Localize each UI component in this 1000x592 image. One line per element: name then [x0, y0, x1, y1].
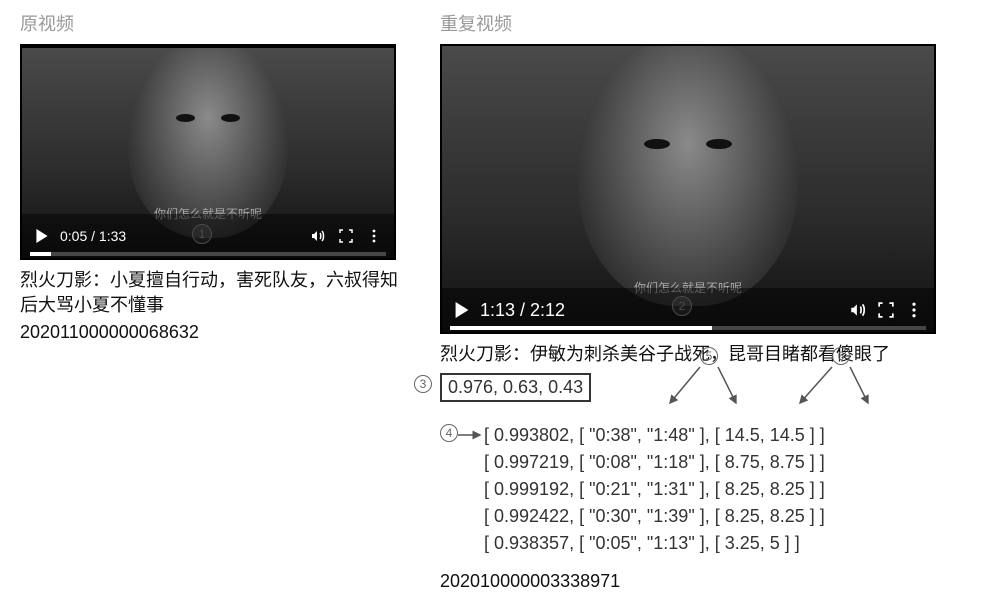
original-video-id: 202011000000068632 [20, 322, 400, 343]
volume-icon[interactable] [848, 300, 868, 320]
duplicate-video-title: 烈火刀影：伊敏为刺杀美谷子战死，昆哥目睹都看傻眼了 [440, 342, 940, 367]
progress-fill [30, 252, 51, 256]
progress-bar[interactable] [30, 252, 386, 256]
original-section-label: 原视频 [20, 10, 400, 36]
video-controls: 0:05 / 1:33 [22, 214, 394, 258]
metrics-row: [ 0.993802, [ "0:38", "1:48" ], [ 14.5, … [484, 422, 940, 449]
metrics-row: [ 0.999192, [ "0:21", "1:31" ], [ 8.25, … [484, 476, 940, 503]
duplicate-video-player[interactable]: 你们怎么就是不听呢 2 1:13 / 2:12 [440, 44, 936, 334]
play-icon[interactable] [452, 300, 472, 320]
metrics-row: [ 0.992422, [ "0:30", "1:39" ], [ 8.25, … [484, 503, 940, 530]
annotation-arrow-4 [458, 428, 484, 442]
original-video-title: 烈火刀影：小夏擅自行动，害死队友，六叔得知后大骂小夏不懂事 [20, 268, 400, 318]
metrics-row: [ 0.938357, [ "0:05", "1:13" ], [ 3.25, … [484, 530, 940, 557]
annotation-marker-6: 6 [832, 347, 850, 365]
volume-icon[interactable] [308, 226, 328, 246]
timecode: 0:05 / 1:33 [60, 228, 126, 244]
metrics-block: 4 [ 0.993802, [ "0:38", "1:48" ], [ 14.5… [440, 422, 940, 557]
fullscreen-icon[interactable] [336, 226, 356, 246]
duplicate-section-label: 重复视频 [440, 10, 940, 36]
similarity-scores: 0.976, 0.63, 0.43 [440, 373, 591, 402]
annotation-marker-5: 5 [700, 347, 718, 365]
annotation-marker-4: 4 [440, 424, 458, 442]
more-icon[interactable] [364, 226, 384, 246]
original-video-column: 原视频 你们怎么就是不听呢 1 0:05 / 1:33 [20, 10, 400, 592]
fullscreen-icon[interactable] [876, 300, 896, 320]
more-icon[interactable] [904, 300, 924, 320]
duplicate-video-id: 202010000003338971 [440, 571, 940, 592]
play-icon[interactable] [32, 226, 52, 246]
progress-bar[interactable] [450, 326, 926, 330]
video-face-silhouette [578, 44, 798, 306]
original-video-player[interactable]: 你们怎么就是不听呢 1 0:05 / 1:33 [20, 44, 396, 260]
progress-fill [450, 326, 712, 330]
metrics-row: [ 0.997219, [ "0:08", "1:18" ], [ 8.75, … [484, 449, 940, 476]
timecode: 1:13 / 2:12 [480, 300, 565, 321]
annotation-marker-3: 3 [414, 375, 432, 393]
video-controls: 1:13 / 2:12 [442, 288, 934, 332]
annotation-arrows-56 [640, 363, 900, 409]
duplicate-video-column: 重复视频 你们怎么就是不听呢 2 1:13 / 2:12 [440, 10, 940, 592]
